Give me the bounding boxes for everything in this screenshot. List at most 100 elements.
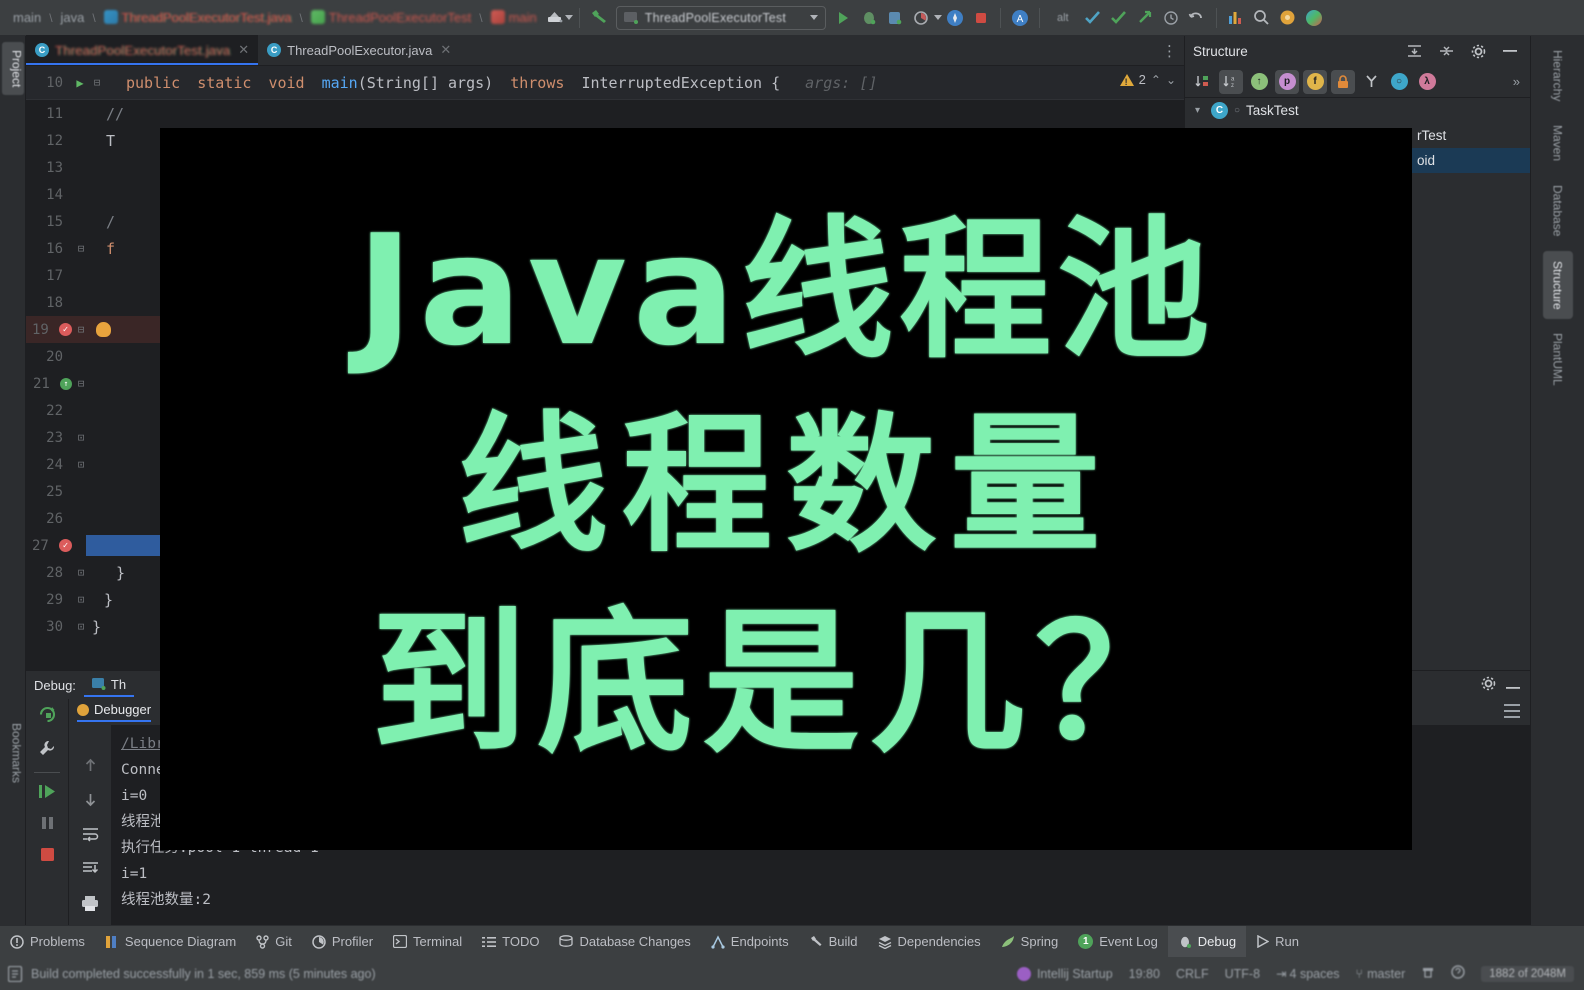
- editor-tab-threadpoolexecutortest[interactable]: ThreadPoolExecutorTest.java ✕: [26, 35, 259, 65]
- more-icon[interactable]: »: [1513, 74, 1524, 89]
- ide-settings-icon[interactable]: A: [1007, 6, 1033, 30]
- tab-terminal[interactable]: Terminal: [383, 926, 472, 958]
- alt-enter-icon[interactable]: alt: [1046, 6, 1080, 30]
- breadcrumb-item-file[interactable]: ThreadPoolExecutorTest.java: [99, 8, 297, 27]
- profiler-icon[interactable]: [908, 6, 934, 30]
- file-encoding[interactable]: UTF-8: [1225, 967, 1260, 981]
- fold-icon[interactable]: ⊡: [72, 566, 90, 579]
- show-inherited-icon[interactable]: ↑: [1247, 70, 1271, 94]
- chevron-up-icon[interactable]: ⌃: [1151, 73, 1161, 87]
- step-down-icon[interactable]: [83, 792, 98, 813]
- tab-event-log[interactable]: 1 Event Log: [1068, 926, 1168, 958]
- collapse-all-icon[interactable]: [1434, 39, 1458, 63]
- tab-database-changes[interactable]: Database Changes: [549, 926, 700, 958]
- group-by-icon[interactable]: [1359, 70, 1383, 94]
- show-properties-icon[interactable]: p: [1275, 69, 1299, 94]
- fold-icon[interactable]: ⊟: [72, 242, 90, 255]
- coverage-icon[interactable]: [882, 6, 908, 30]
- indent-setting[interactable]: ⇥ 4 spaces: [1276, 966, 1340, 981]
- tab-sequence-diagram[interactable]: Sequence Diagram: [95, 926, 246, 958]
- sidebar-item-project[interactable]: Project: [1, 42, 24, 96]
- check2-icon[interactable]: [1106, 6, 1132, 30]
- tab-dependencies[interactable]: Dependencies: [868, 926, 991, 958]
- chart-icon[interactable]: [1223, 6, 1249, 30]
- stop-icon[interactable]: [968, 6, 994, 30]
- print-icon[interactable]: [81, 895, 99, 917]
- fold-icon[interactable]: ⊡: [72, 620, 90, 633]
- breadcrumb-item-class[interactable]: ThreadPoolExecutorTest: [306, 8, 476, 27]
- undo-icon[interactable]: [1184, 6, 1210, 30]
- breadcrumb-item-method[interactable]: main: [486, 8, 542, 27]
- line-separator[interactable]: CRLF: [1176, 967, 1209, 981]
- sort-by-type-icon[interactable]: [1191, 70, 1215, 94]
- sidebar-item-plantuml[interactable]: PlantUML: [1543, 323, 1573, 396]
- ide-help-icon[interactable]: [1451, 965, 1465, 982]
- tab-debug[interactable]: Debug: [1167, 925, 1247, 958]
- search-icon[interactable]: [1249, 6, 1275, 30]
- chevron-down-icon[interactable]: ▾: [1195, 105, 1205, 116]
- expand-all-icon[interactable]: [1402, 39, 1426, 63]
- fold-icon[interactable]: ⊡: [72, 593, 90, 606]
- fold-icon[interactable]: ⊟: [88, 76, 106, 89]
- tab-debugger[interactable]: Debugger: [77, 702, 152, 722]
- settings-wrench-icon[interactable]: [38, 739, 56, 762]
- run-configuration-selector[interactable]: ThreadPoolExecutorTest: [615, 5, 826, 30]
- pause-program-icon[interactable]: [39, 815, 56, 836]
- fold-icon[interactable]: ⊡: [72, 458, 90, 471]
- more-tabs-icon[interactable]: ⋮: [1162, 42, 1178, 60]
- breakpoint-icon[interactable]: [59, 323, 72, 336]
- breadcrumb-item-java[interactable]: java: [56, 8, 90, 27]
- tab-run[interactable]: Run: [1246, 926, 1309, 958]
- inspection-widget[interactable]: 2 ⌃ ⌄: [1119, 72, 1176, 87]
- tab-profiler[interactable]: Profiler: [302, 926, 383, 958]
- caret-position[interactable]: 19:80: [1129, 967, 1160, 981]
- tab-todo[interactable]: TODO: [472, 926, 549, 958]
- debug-icon[interactable]: [856, 6, 882, 30]
- close-icon[interactable]: ✕: [238, 42, 249, 58]
- memory-indicator[interactable]: 1882 of 2048M: [1481, 965, 1574, 982]
- show-anonymous-icon[interactable]: ○: [1387, 70, 1411, 94]
- tab-git[interactable]: Git: [246, 926, 302, 958]
- close-icon[interactable]: ✕: [440, 42, 451, 58]
- structure-row-tasktest[interactable]: ▾ C ○ TaskTest: [1185, 98, 1530, 123]
- run-gutter-icon[interactable]: ▶: [72, 76, 88, 90]
- fold-icon[interactable]: ⊟: [72, 377, 90, 390]
- chevron-down-icon[interactable]: [809, 15, 818, 20]
- breakpoint-icon[interactable]: [59, 539, 72, 552]
- history-icon[interactable]: [1158, 6, 1184, 30]
- step-up-icon[interactable]: [83, 757, 98, 778]
- fold-icon[interactable]: ⊟: [72, 323, 90, 336]
- sort-alphabetically-icon[interactable]: az: [1219, 69, 1243, 94]
- sidebar-item-hierarchy[interactable]: Hierarchy: [1543, 40, 1573, 111]
- settings-gear-icon[interactable]: [1481, 676, 1496, 694]
- show-lambdas-icon[interactable]: λ: [1415, 70, 1439, 94]
- sidebar-item-bookmarks[interactable]: Bookmarks: [2, 715, 24, 791]
- layout-settings-icon[interactable]: [1504, 703, 1530, 721]
- rerun-icon[interactable]: [38, 705, 57, 729]
- account-icon[interactable]: [1301, 6, 1327, 30]
- tab-endpoints[interactable]: Endpoints: [701, 926, 799, 958]
- ai-assistant-icon[interactable]: [942, 6, 968, 30]
- resume-program-icon[interactable]: [38, 783, 57, 805]
- stop-icon[interactable]: [39, 846, 56, 868]
- tab-spring[interactable]: Spring: [991, 926, 1069, 958]
- soft-wrap-icon[interactable]: [82, 827, 99, 847]
- arrow-icon[interactable]: [1132, 6, 1158, 30]
- breadcrumb-item-main[interactable]: main: [8, 8, 46, 27]
- sidebar-item-database[interactable]: Database: [1543, 175, 1573, 246]
- updates-icon[interactable]: [1275, 6, 1301, 30]
- debug-session-tab[interactable]: Th: [83, 674, 135, 697]
- editor-tab-threadpoolexecutor[interactable]: ThreadPoolExecutor.java ✕: [258, 35, 460, 65]
- settings-gear-icon[interactable]: [1466, 39, 1490, 63]
- show-non-public-icon[interactable]: [1331, 69, 1355, 94]
- inspection-mode-icon[interactable]: [1421, 965, 1435, 983]
- branding-widget[interactable]: Intellij Startup: [1016, 966, 1113, 981]
- scroll-to-end-icon[interactable]: [82, 861, 99, 881]
- run-icon[interactable]: [830, 6, 856, 30]
- minimize-icon[interactable]: [1506, 678, 1520, 693]
- tab-build[interactable]: Build: [799, 926, 868, 958]
- chevron-down-icon[interactable]: ⌄: [1166, 73, 1176, 87]
- minimize-icon[interactable]: [1498, 39, 1522, 63]
- chevron-down-icon[interactable]: [564, 15, 573, 20]
- changed-line-marker-icon[interactable]: [60, 377, 72, 390]
